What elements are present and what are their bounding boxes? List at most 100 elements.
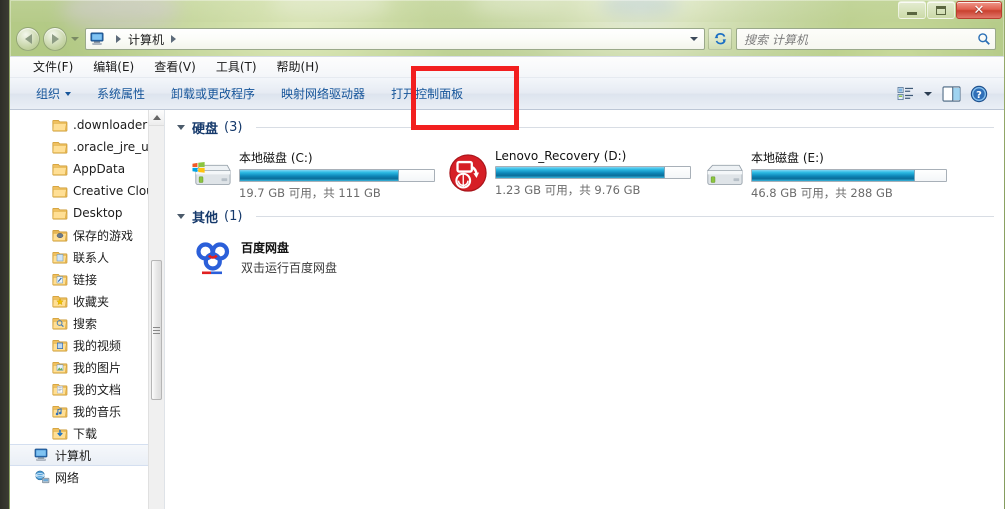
toolbar-organize-button[interactable]: 组织	[23, 82, 84, 106]
folder-icon	[52, 140, 68, 154]
menu-view[interactable]: 查看(V)	[144, 57, 206, 77]
sidebar-item-label: AppData	[73, 162, 126, 176]
maximize-button[interactable]	[927, 1, 955, 19]
sidebar-item-7[interactable]: 链接	[10, 268, 164, 290]
sidebar-item-14[interactable]: 下载	[10, 422, 164, 444]
search-icon	[978, 33, 990, 45]
sidebar-item-label: 联系人	[73, 250, 110, 265]
screen: ✕ 计算机 搜索 计算机 文件(F) 编辑(E) 查看(V) 工具(T) 帮助(…	[0, 0, 1005, 509]
pictures-folder-icon	[52, 360, 68, 374]
folder-icon	[52, 162, 68, 176]
breadcrumb-item-computer[interactable]: 计算机	[128, 31, 164, 48]
drive-name: 本地磁盘 (E:)	[751, 151, 824, 165]
scrollbar-thumb[interactable]	[151, 260, 162, 400]
preview-pane-icon[interactable]	[938, 82, 964, 106]
toolbar-map-drive-label: 映射网络驱动器	[281, 87, 366, 101]
search-box[interactable]: 搜索 计算机	[736, 28, 996, 50]
refresh-button[interactable]	[708, 28, 732, 50]
other-item[interactable]: 百度网盘 双击运行百度网盘	[191, 236, 994, 280]
breadcrumb-separator-icon[interactable]	[171, 35, 177, 43]
toolbar-uninstall-label: 卸载或更改程序	[171, 87, 256, 101]
chevron-up-icon	[152, 115, 161, 120]
sidebar-item-label: Creative Clou	[73, 184, 154, 198]
toolbar-map-network-drive-button[interactable]: 映射网络驱动器	[268, 82, 378, 106]
network-icon	[34, 470, 50, 484]
system-drive-icon	[191, 153, 235, 193]
navigation-pane-scrollbar[interactable]	[148, 110, 164, 509]
maximize-icon	[936, 5, 946, 15]
sidebar-item-label: 搜索	[73, 316, 98, 331]
music-folder-icon	[52, 404, 68, 418]
toolbar-open-control-panel-button[interactable]: 打开控制面板	[378, 82, 476, 106]
computer-icon	[34, 448, 50, 462]
saved-games-folder-icon	[52, 228, 68, 242]
toolbar-system-properties-button[interactable]: 系统属性	[84, 82, 158, 106]
explorer-window: ✕ 计算机 搜索 计算机 文件(F) 编辑(E) 查看(V) 工具(T) 帮助(…	[9, 0, 1005, 509]
recent-locations-button[interactable]	[69, 37, 81, 41]
group-header-drives[interactable]: 硬盘 (3)	[177, 118, 994, 137]
folder-icon	[52, 184, 68, 198]
content-pane: 硬盘 (3) 本地磁盘 (C:) 19.7 GB 可用，共 111 GB Lenov…	[165, 110, 1004, 509]
sidebar-item-2[interactable]: AppData	[10, 158, 164, 180]
forward-button[interactable]	[43, 27, 67, 51]
drive-capacity-text: 19.7 GB 可用，共 111 GB	[239, 186, 381, 200]
sidebar-item-15[interactable]: 计算机	[10, 444, 164, 466]
folder-icon	[52, 118, 68, 132]
address-bar[interactable]: 计算机	[85, 28, 705, 50]
title-bar: ✕	[10, 0, 1004, 22]
collapse-caret-icon[interactable]	[177, 214, 185, 219]
sidebar-item-13[interactable]: 我的音乐	[10, 400, 164, 422]
group-count-drives: (3)	[224, 120, 243, 135]
sidebar-item-4[interactable]: Desktop	[10, 202, 164, 224]
menu-edit[interactable]: 编辑(E)	[83, 57, 144, 77]
desktop-left-edge	[0, 0, 9, 509]
drive-item[interactable]: 本地磁盘 (C:) 19.7 GB 可用，共 111 GB	[191, 147, 447, 201]
menu-file[interactable]: 文件(F)	[23, 57, 83, 77]
chevron-down-icon	[65, 91, 72, 96]
sidebar-item-1[interactable]: .oracle_jre_usä	[10, 136, 164, 158]
drive-item[interactable]: 本地磁盘 (E:) 46.8 GB 可用，共 288 GB	[703, 147, 959, 201]
menu-tools[interactable]: 工具(T)	[206, 57, 267, 77]
view-options-dropdown-button[interactable]	[920, 82, 936, 106]
documents-folder-icon	[52, 382, 68, 396]
downloads-folder-icon	[52, 426, 68, 440]
sidebar-item-10[interactable]: 我的视频	[10, 334, 164, 356]
sidebar-item-12[interactable]: 我的文档	[10, 378, 164, 400]
sidebar-item-8[interactable]: 收藏夹	[10, 290, 164, 312]
drive-item[interactable]: Lenovo_Recovery (D:) 1.23 GB 可用，共 9.76 GB	[447, 147, 703, 201]
sidebar-item-6[interactable]: 联系人	[10, 246, 164, 268]
drive-capacity-bar	[751, 169, 947, 182]
navigation-bar: 计算机 搜索 计算机	[10, 22, 1004, 56]
drive-info: 本地磁盘 (E:) 46.8 GB 可用，共 288 GB	[751, 147, 947, 201]
help-icon[interactable]: ?	[966, 82, 992, 106]
drive-capacity-fill	[240, 170, 400, 181]
scrollbar-grip-icon	[153, 326, 160, 334]
forward-arrow-icon	[51, 34, 59, 44]
search-input[interactable]: 搜索 计算机	[744, 31, 977, 48]
group-header-others[interactable]: 其他 (1)	[177, 207, 994, 226]
drive-capacity-bar	[495, 166, 691, 179]
toolbar-organize-label: 组织	[36, 87, 61, 101]
sidebar-item-5[interactable]: 保存的游戏	[10, 224, 164, 246]
menu-help[interactable]: 帮助(H)	[267, 57, 329, 77]
back-button[interactable]	[16, 27, 40, 51]
sidebar-item-11[interactable]: 我的图片	[10, 356, 164, 378]
toolbar-uninstall-change-program-button[interactable]: 卸载或更改程序	[158, 82, 268, 106]
toolbar-right-group: ?	[892, 82, 1004, 106]
sidebar-item-9[interactable]: 搜索	[10, 312, 164, 334]
drive-name: 本地磁盘 (C:)	[239, 151, 313, 165]
minimize-button[interactable]	[898, 1, 926, 19]
sidebar-item-0[interactable]: .downloader	[10, 114, 164, 136]
local-drive-icon	[703, 153, 747, 193]
group-title-others: 其他	[192, 211, 219, 226]
sidebar-item-16[interactable]: 网络	[10, 466, 164, 488]
close-button[interactable]: ✕	[956, 1, 1002, 19]
view-options-icon[interactable]	[892, 82, 918, 106]
drive-info: 本地磁盘 (C:) 19.7 GB 可用，共 111 GB	[239, 147, 435, 201]
sidebar-item-3[interactable]: Creative Clou	[10, 180, 164, 202]
address-dropdown-button[interactable]	[686, 37, 702, 41]
collapse-caret-icon[interactable]	[177, 125, 185, 130]
scroll-up-button[interactable]	[149, 110, 164, 126]
other-items-list: 百度网盘 双击运行百度网盘	[177, 228, 994, 280]
group-title-drives: 硬盘	[192, 122, 219, 137]
